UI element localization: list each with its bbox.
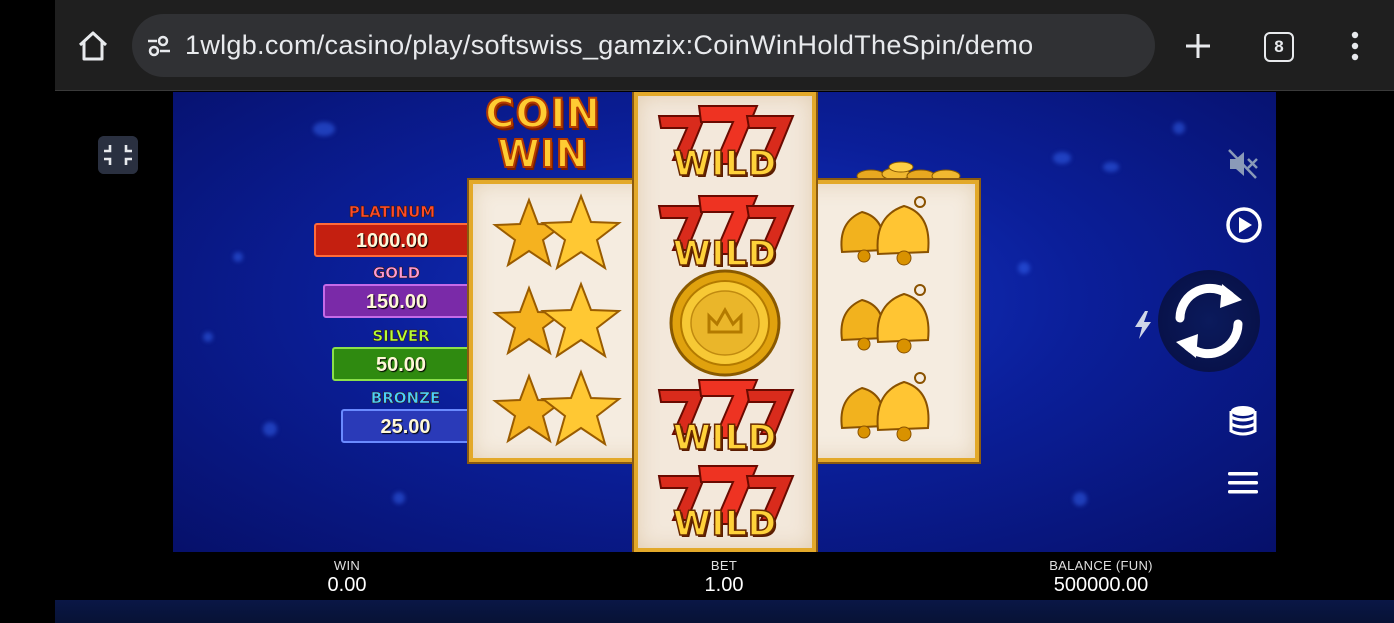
bottom-strip [55,600,1394,623]
win-label: WIN [333,558,361,573]
balance-value: 500000.00 [1053,574,1149,596]
site-settings-icon[interactable] [146,34,172,58]
win-display: WIN 0.00 [297,558,397,597]
jackpot-value: 25.00 [341,409,470,443]
more-menu-icon[interactable] [1342,28,1368,64]
jackpot-value: 1000.00 [314,223,470,257]
jackpot-title: BRONZE [370,389,441,408]
autoplay-icon[interactable] [1224,205,1264,245]
jackpot-value: 50.00 [332,347,470,381]
sound-off-icon[interactable] [1226,148,1260,180]
win-value: 0.00 [327,574,367,596]
wild-symbol: WILD [647,372,803,460]
jackpot-value: 150.00 [323,284,470,318]
menu-icon[interactable] [1226,468,1260,498]
turbo-icon[interactable] [1132,310,1154,340]
exit-fullscreen-icon[interactable] [98,136,138,174]
wild-symbol: WILD [647,458,803,546]
spin-icon [1175,283,1243,359]
wild-label: WILD [672,417,778,459]
jackpot-bronze: BRONZE 25.00 [341,389,470,443]
bells-symbol [840,284,930,354]
stars-symbol [492,193,622,271]
bet-value: 1.00 [704,574,744,596]
balance-label: BALANCE (FUN) [1049,558,1153,573]
stars-symbol [492,369,622,447]
address-bar[interactable]: 1wlgb.com/casino/play/softswiss_gamzix:C… [132,14,1155,77]
wild-label: WILD [672,143,778,185]
jackpot-silver: SILVER 50.00 [332,327,470,381]
spin-button[interactable] [1158,270,1260,372]
jackpot-gold: GOLD 150.00 [323,264,470,318]
tab-switcher-button[interactable]: 8 [1264,32,1294,62]
jackpot-title: PLATINUM [348,203,436,222]
bells-symbol [840,372,930,442]
url-text[interactable]: 1wlgb.com/casino/play/softswiss_gamzix:C… [185,30,1033,61]
bells-symbol [840,196,930,266]
home-icon[interactable] [75,28,111,64]
wild-label: WILD [672,503,778,545]
wild-symbol: WILD [647,98,803,186]
game-canvas[interactable]: COIN WIN PLATINUM 1000.00 GOLD 150.00 SI… [173,92,1276,552]
logo-win: WIN [497,132,589,176]
jackpot-title: SILVER [372,327,430,346]
jackpot-title: GOLD [372,264,421,283]
bet-label: BET [710,558,738,573]
new-tab-icon[interactable] [1180,28,1216,64]
wild-symbol: WILD [647,188,803,276]
coin-symbol [669,269,781,377]
stars-symbol [492,281,622,359]
game-logo: COIN WIN [473,92,613,180]
bet-coins-icon[interactable] [1226,404,1260,440]
balance-display: BALANCE (FUN) 500000.00 [1030,558,1172,597]
browser-toolbar: 1wlgb.com/casino/play/softswiss_gamzix:C… [55,0,1394,91]
bet-display[interactable]: BET 1.00 [674,558,774,597]
jackpot-platinum: PLATINUM 1000.00 [314,203,470,257]
logo-coin: COIN [484,92,601,137]
